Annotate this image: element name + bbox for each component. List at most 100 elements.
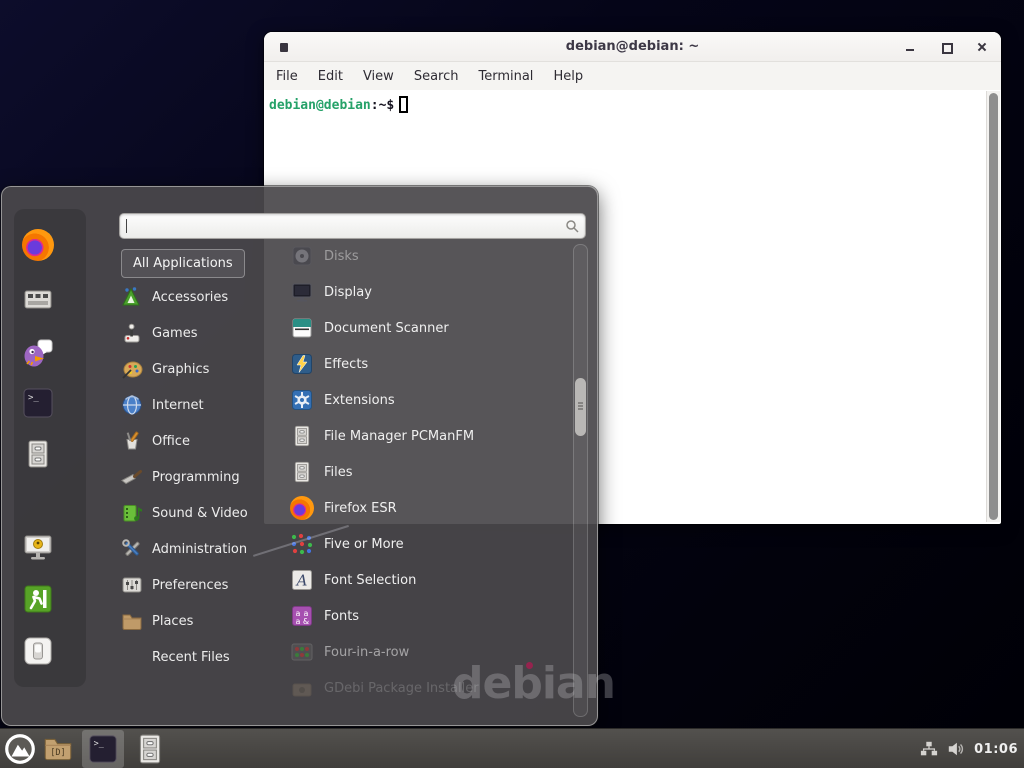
app-document-scanner[interactable]: Document Scanner	[290, 310, 570, 346]
svg-text:[D]: [D]	[50, 748, 65, 758]
sidebar-firefox-button[interactable]	[22, 229, 54, 261]
app-display[interactable]: Display	[290, 274, 570, 310]
taskbar-menu-button[interactable]	[3, 732, 37, 766]
app-label: Firefox ESR	[324, 501, 397, 516]
category-label: Recent Files	[152, 650, 230, 665]
menu-help[interactable]: Help	[543, 65, 593, 88]
app-fonts[interactable]: a a a & Fonts	[290, 598, 570, 634]
category-games[interactable]: Games	[121, 315, 291, 351]
fonts-icon: a a a &	[290, 604, 314, 628]
prompt-user-host: debian@debian	[269, 98, 371, 113]
programming-icon	[121, 466, 143, 488]
keyboard-icon	[22, 283, 54, 315]
volume-icon[interactable]	[947, 740, 965, 758]
file-cabinet-icon	[22, 438, 54, 470]
category-graphics[interactable]: Graphics	[121, 351, 291, 387]
svg-text:a: a	[296, 617, 301, 626]
sidebar-pidgin-button[interactable]	[22, 336, 54, 368]
category-recent-files[interactable]: Recent Files	[121, 639, 291, 675]
app-file-manager-pcmanfm[interactable]: File Manager PCManFM	[290, 418, 570, 454]
app-label: Files	[324, 465, 353, 480]
menu-scrollbar[interactable]	[573, 244, 588, 717]
firefox-icon	[290, 496, 314, 520]
category-label: All Applications	[133, 256, 233, 271]
svg-text:>_: >_	[94, 738, 105, 748]
menu-search[interactable]: Search	[404, 65, 469, 88]
menu-search	[119, 213, 586, 239]
sidebar-logout-button[interactable]	[22, 583, 54, 615]
display-icon	[290, 280, 314, 304]
office-icon	[121, 430, 143, 452]
app-label: Document Scanner	[324, 321, 449, 336]
category-label: Games	[152, 326, 197, 341]
app-firefox-esr[interactable]: Firefox ESR	[290, 490, 570, 526]
app-font-selection[interactable]: A Font Selection	[290, 562, 570, 598]
app-disks[interactable]: Disks	[290, 238, 570, 274]
sidebar-lock-screen-button[interactable]	[22, 531, 54, 563]
internet-icon	[121, 394, 143, 416]
sidebar-keyboard-button[interactable]	[22, 283, 54, 315]
font-selection-icon: A	[290, 568, 314, 592]
category-accessories[interactable]: Accessories	[121, 279, 291, 315]
scrollbar-grip-icon	[578, 402, 583, 404]
category-internet[interactable]: Internet	[121, 387, 291, 423]
app-files[interactable]: Files	[290, 454, 570, 490]
category-preferences[interactable]: Preferences	[121, 567, 291, 603]
app-effects[interactable]: Effects	[290, 346, 570, 382]
maximize-icon[interactable]	[939, 40, 953, 54]
category-office[interactable]: Office	[121, 423, 291, 459]
watermark-text: debian	[452, 658, 615, 709]
app-label: Font Selection	[324, 573, 416, 588]
taskbar-file-manager-button[interactable]: [D]	[41, 732, 75, 766]
search-input[interactable]	[119, 213, 586, 239]
places-icon	[121, 610, 143, 632]
graphics-icon	[121, 358, 143, 380]
app-extensions[interactable]: Extensions	[290, 382, 570, 418]
logout-icon	[22, 583, 54, 615]
category-label: Programming	[152, 470, 240, 485]
file-cabinet-icon	[290, 460, 314, 484]
terminal-scrollbar[interactable]	[986, 91, 1000, 522]
four-in-a-row-icon	[290, 640, 314, 664]
terminal-window-icon	[280, 43, 288, 52]
menu-view[interactable]: View	[353, 65, 404, 88]
terminal-scrollbar-thumb[interactable]	[989, 93, 998, 520]
app-label: Effects	[324, 357, 368, 372]
terminal-titlebar[interactable]: debian@debian: ~	[264, 32, 1001, 62]
category-administration[interactable]: Administration	[121, 531, 291, 567]
category-label: Places	[152, 614, 193, 629]
sidebar-file-manager-button[interactable]	[22, 438, 54, 470]
terminal-menubar: File Edit View Search Terminal Help	[264, 62, 1001, 90]
shutdown-icon	[22, 635, 54, 667]
disks-icon	[290, 244, 314, 268]
close-icon[interactable]	[975, 40, 989, 54]
category-sound-video[interactable]: Sound & Video	[121, 495, 291, 531]
preferences-icon	[121, 574, 143, 596]
desktop: debian debian@debian: ~ File Edit View S…	[0, 0, 1024, 768]
sidebar-terminal-button[interactable]: >_	[22, 387, 54, 419]
taskbar-terminal-button[interactable]: >_	[82, 730, 124, 768]
category-programming[interactable]: Programming	[121, 459, 291, 495]
app-label: File Manager PCManFM	[324, 429, 474, 444]
menu-edit[interactable]: Edit	[308, 65, 353, 88]
menu-button-icon	[3, 732, 37, 766]
network-icon[interactable]	[920, 740, 938, 758]
menu-terminal[interactable]: Terminal	[468, 65, 543, 88]
category-label: Sound & Video	[152, 506, 248, 521]
taskbar-files-button[interactable]	[133, 732, 167, 766]
terminal-cursor	[399, 96, 408, 113]
sidebar-shutdown-button[interactable]	[22, 635, 54, 667]
taskbar-clock[interactable]: 01:06	[974, 742, 1018, 757]
minimize-icon[interactable]	[903, 40, 917, 54]
app-label: Fonts	[324, 609, 359, 624]
category-label: Administration	[152, 542, 247, 557]
accessories-icon	[121, 286, 143, 308]
category-all-applications[interactable]: All Applications	[121, 249, 245, 278]
category-places[interactable]: Places	[121, 603, 291, 639]
terminal-icon: >_	[88, 734, 118, 764]
application-menu: >_	[1, 186, 598, 726]
file-cabinet-icon	[133, 732, 167, 766]
menu-scrollbar-thumb[interactable]	[575, 378, 586, 436]
firefox-icon	[22, 229, 54, 261]
menu-file[interactable]: File	[266, 65, 308, 88]
